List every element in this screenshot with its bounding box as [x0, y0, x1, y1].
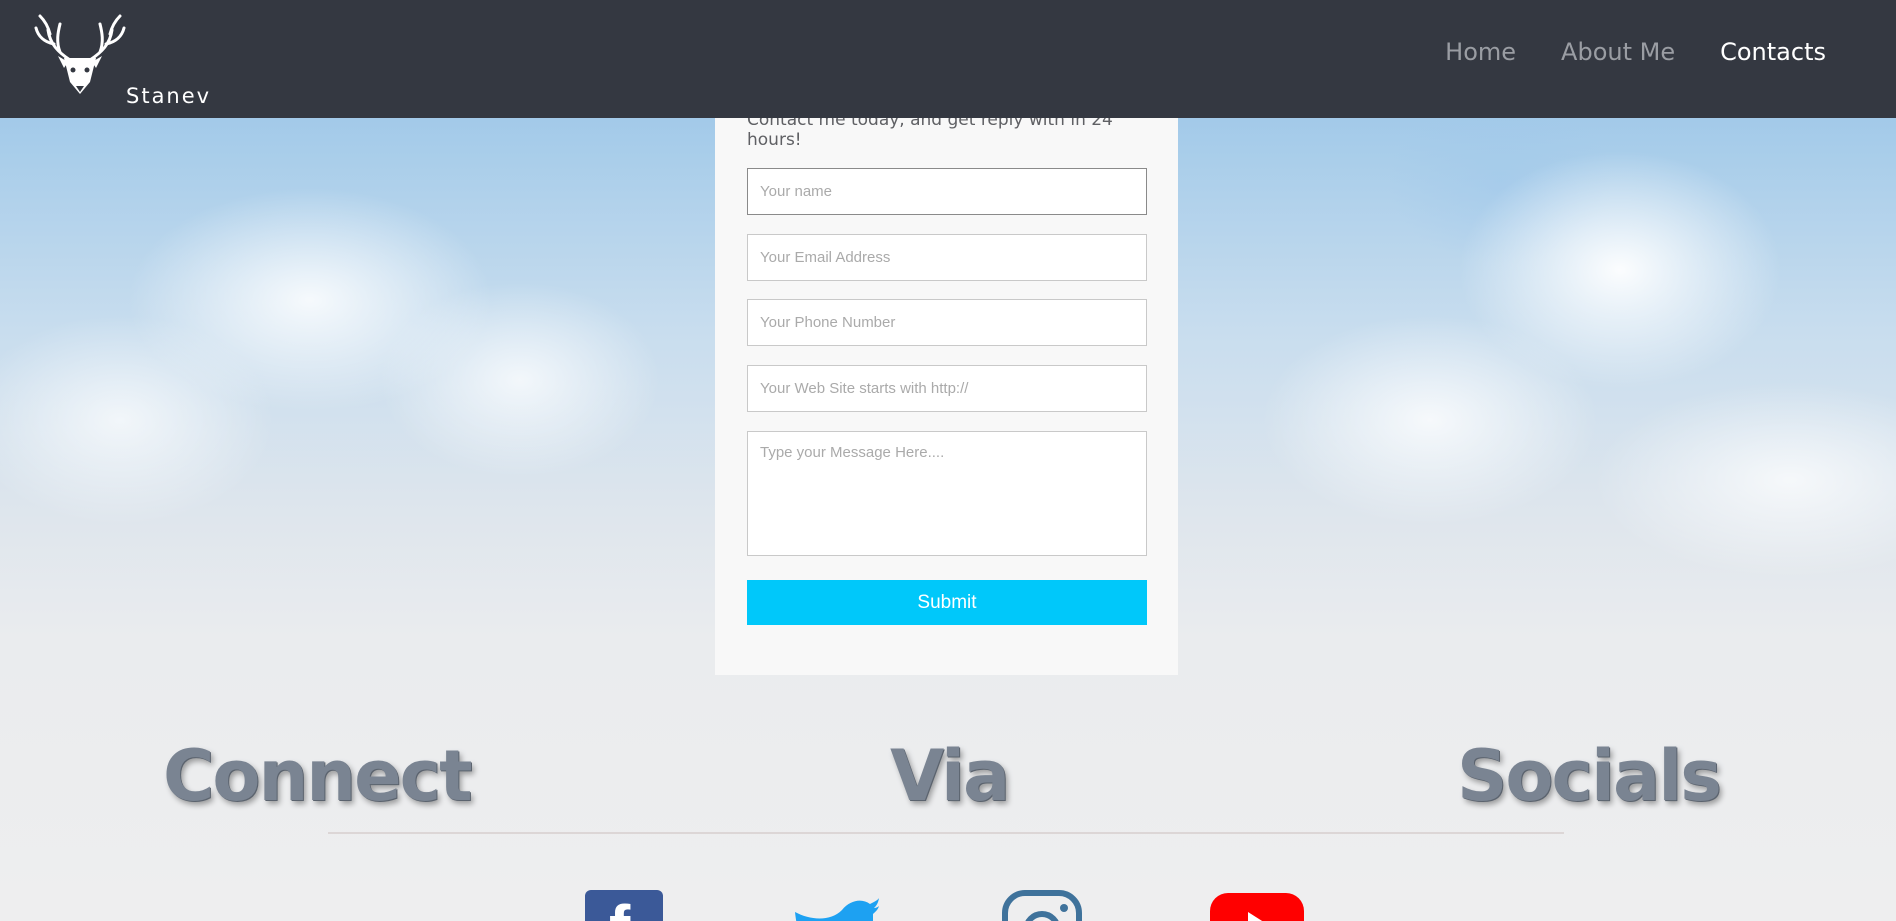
heading-word-socials: Socials: [1457, 735, 1722, 817]
divider: [328, 832, 1564, 834]
heading-word-via: Via: [890, 735, 1010, 817]
twitter-icon[interactable]: [790, 890, 880, 921]
facebook-icon[interactable]: f: [585, 890, 663, 921]
logo-text: Stanev: [126, 84, 212, 108]
contact-form-panel: Contact me today, and get reply with in …: [715, 100, 1178, 675]
nav-contacts[interactable]: Contacts: [1720, 38, 1826, 66]
nav-home[interactable]: Home: [1445, 38, 1516, 66]
instagram-icon[interactable]: [1002, 890, 1082, 921]
email-field[interactable]: [747, 234, 1147, 281]
website-field[interactable]: [747, 365, 1147, 412]
name-field[interactable]: [747, 168, 1147, 215]
nav-about-me[interactable]: About Me: [1561, 38, 1675, 66]
youtube-icon[interactable]: [1208, 890, 1306, 921]
site-header: Stanev Home About Me Contacts: [0, 0, 1896, 118]
main-nav: Home About Me Contacts: [1445, 38, 1826, 66]
message-field[interactable]: [747, 431, 1147, 556]
submit-button[interactable]: Submit: [747, 580, 1147, 625]
heading-word-connect: Connect: [163, 735, 473, 817]
phone-field[interactable]: [747, 299, 1147, 346]
site-logo[interactable]: Stanev: [30, 12, 209, 108]
deer-head-icon: [34, 14, 126, 94]
